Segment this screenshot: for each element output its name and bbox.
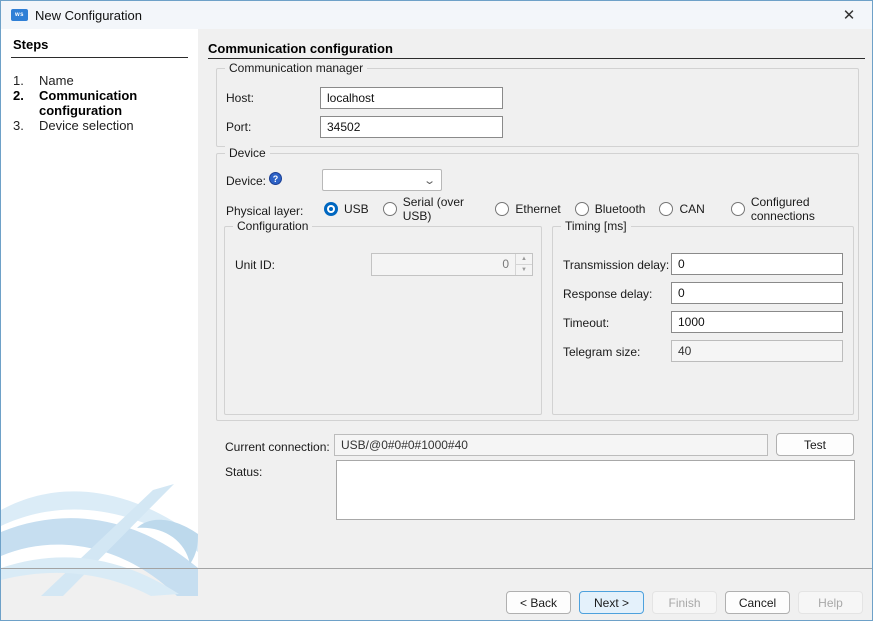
cancel-button[interactable]: Cancel — [725, 591, 790, 614]
radio-usb[interactable]: USB — [324, 202, 369, 216]
radio-label: CAN — [679, 202, 704, 216]
window-title: New Configuration — [35, 8, 142, 23]
radio-label: Ethernet — [515, 202, 560, 216]
step-label: Name — [39, 73, 185, 88]
telegram-size-input — [671, 340, 843, 362]
radio-configured-connections[interactable]: Configured connections — [731, 195, 858, 223]
radio-icon — [495, 202, 509, 216]
radio-icon — [383, 202, 397, 216]
radio-label: Bluetooth — [595, 202, 646, 216]
step-label: Communication configuration — [39, 88, 185, 118]
step-number: 2. — [13, 88, 39, 118]
radio-bluetooth[interactable]: Bluetooth — [575, 202, 646, 216]
physical-layer-label: Physical layer: — [226, 204, 303, 218]
status-textarea[interactable] — [336, 460, 855, 520]
configuration-legend: Configuration — [233, 219, 312, 233]
radio-label: USB — [344, 202, 369, 216]
configuration-group: Configuration Unit ID: 0 ▲ ▼ — [224, 226, 542, 415]
device-dropdown[interactable]: ⌄ — [322, 169, 442, 191]
telegram-size-label: Telegram size: — [563, 345, 640, 359]
spinner-buttons[interactable]: ▲ ▼ — [515, 254, 532, 275]
next-button[interactable]: Next > — [579, 591, 644, 614]
step-number: 3. — [13, 118, 39, 133]
footer-divider — [1, 568, 872, 569]
close-icon[interactable]: ✕ — [826, 1, 872, 29]
app-logo-icon: ws — [11, 9, 28, 21]
title-bar: ws New Configuration ✕ — [1, 1, 872, 29]
radio-selected-icon — [324, 202, 338, 216]
current-connection-field[interactable] — [334, 434, 768, 456]
timeout-input[interactable] — [671, 311, 843, 333]
radio-label: Serial (over USB) — [403, 195, 482, 223]
transmission-delay-label: Transmission delay: — [563, 258, 669, 272]
decorative-swoosh-graphic — [1, 476, 198, 596]
steps-sidebar: Steps 1. Name 2. Communication configura… — [1, 29, 198, 568]
unit-id-label: Unit ID: — [235, 258, 275, 272]
communication-manager-group: Communication manager Host: Port: — [216, 68, 859, 147]
unit-id-value: 0 — [372, 254, 515, 275]
back-button[interactable]: < Back — [506, 591, 571, 614]
device-label: Device: — [226, 174, 266, 188]
radio-icon — [575, 202, 589, 216]
transmission-delay-input[interactable] — [671, 253, 843, 275]
step-item-communication-configuration: 2. Communication configuration — [13, 88, 185, 118]
device-group: Device Device: ? ⌄ Physical layer: USB S… — [216, 153, 859, 421]
radio-icon — [731, 202, 745, 216]
wizard-buttons: < Back Next > Finish Cancel Help — [506, 591, 863, 614]
spinner-up-icon[interactable]: ▲ — [516, 254, 532, 265]
radio-icon — [659, 202, 673, 216]
step-item-name: 1. Name — [13, 73, 185, 88]
radio-label: Configured connections — [751, 195, 858, 223]
timing-group: Timing [ms] Transmission delay: Response… — [552, 226, 854, 415]
radio-can[interactable]: CAN — [659, 202, 704, 216]
finish-button[interactable]: Finish — [652, 591, 717, 614]
unit-id-stepper[interactable]: 0 ▲ ▼ — [371, 253, 533, 276]
step-label: Device selection — [39, 118, 185, 133]
port-label: Port: — [226, 120, 251, 134]
steps-heading-rule — [11, 57, 188, 58]
new-configuration-dialog: ws New Configuration ✕ Steps 1. Name 2. … — [0, 0, 873, 621]
chevron-down-icon: ⌄ — [423, 174, 436, 187]
timeout-label: Timeout: — [563, 316, 609, 330]
page-title: Communication configuration — [208, 41, 393, 56]
port-input[interactable] — [320, 116, 503, 138]
communication-manager-legend: Communication manager — [225, 61, 367, 75]
current-connection-label: Current connection: — [225, 440, 330, 454]
help-button[interactable]: Help — [798, 591, 863, 614]
steps-heading: Steps — [13, 37, 48, 52]
radio-ethernet[interactable]: Ethernet — [495, 202, 560, 216]
host-input[interactable] — [320, 87, 503, 109]
timing-legend: Timing [ms] — [561, 219, 631, 233]
page-title-rule — [208, 58, 865, 59]
status-label: Status: — [225, 465, 262, 479]
host-label: Host: — [226, 91, 254, 105]
step-item-device-selection: 3. Device selection — [13, 118, 185, 133]
response-delay-input[interactable] — [671, 282, 843, 304]
response-delay-label: Response delay: — [563, 287, 652, 301]
test-button[interactable]: Test — [776, 433, 854, 456]
device-legend: Device — [225, 146, 270, 160]
radio-serial-over-usb[interactable]: Serial (over USB) — [383, 195, 482, 223]
physical-layer-radio-group: USB Serial (over USB) Ethernet Bluetooth… — [324, 201, 858, 217]
step-number: 1. — [13, 73, 39, 88]
help-icon[interactable]: ? — [269, 172, 282, 185]
spinner-down-icon[interactable]: ▼ — [516, 265, 532, 275]
